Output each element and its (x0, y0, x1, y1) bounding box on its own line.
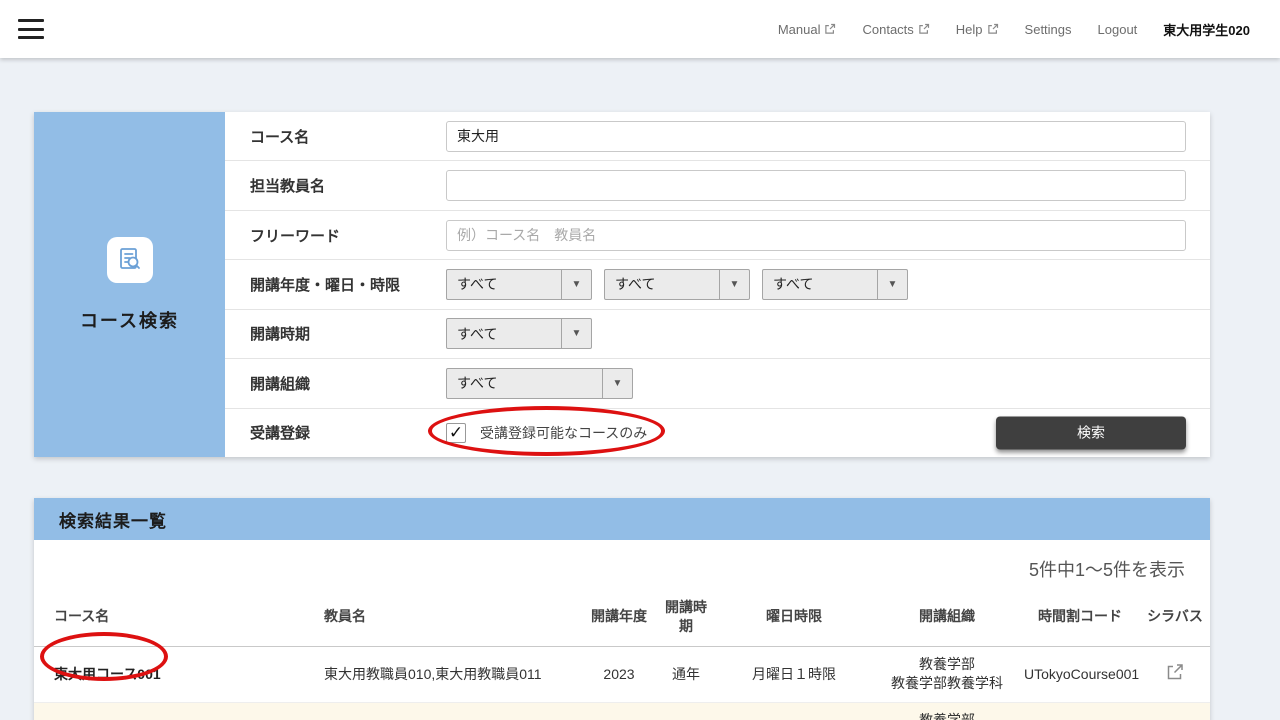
teachers-cell: 東大用教職員010,東大用教職員011 (320, 646, 580, 702)
year-day-period-label: 開講年度・曜日・時限 (250, 274, 446, 295)
nav-logout-link[interactable]: Logout (1098, 22, 1138, 37)
freeword-row: フリーワード (225, 211, 1210, 260)
year-cell: 2023 (580, 702, 658, 720)
chevron-down-icon: ▼ (877, 270, 907, 299)
search-form: コース名 担当教員名 フリーワード 開講年度・曜日・時限 すべて ▼ すべて ▼ (225, 112, 1210, 457)
period-select-value: すべて (763, 270, 877, 299)
nav-settings-link[interactable]: Settings (1025, 22, 1072, 37)
results-header-row: コース名 教員名 開講年度 開講時期 曜日時限 開講組織 時間割コード シラバス (34, 592, 1210, 646)
organization-cell: 教養学部 教養学部教養学科 (874, 702, 1020, 720)
nav-help-link[interactable]: Help (956, 22, 999, 37)
col-header-syllabus: シラバス (1140, 592, 1210, 646)
results-title: 検索結果一覧 (34, 498, 1210, 540)
registration-row: 受講登録 ✓ 受講登録可能なコースのみ 検索 (225, 409, 1210, 457)
course-search-panel: コース検索 コース名 担当教員名 フリーワード 開講年度・曜日・時限 すべて ▼… (34, 112, 1210, 457)
term-row: 開講時期 すべて ▼ (225, 310, 1210, 359)
table-row-course-001: 東大用コース001 東大用教職員010,東大用教職員011 2023 通年 月曜… (34, 646, 1210, 702)
organization-select-value: すべて (447, 369, 602, 398)
freeword-input[interactable] (446, 220, 1186, 251)
col-header-day-period: 曜日時限 (714, 592, 874, 646)
hamburger-menu-icon[interactable] (18, 19, 44, 39)
course-name-row: コース名 (225, 112, 1210, 161)
teacher-name-row: 担当教員名 (225, 161, 1210, 210)
syllabus-external-link-icon[interactable] (1165, 662, 1185, 682)
nav-manual-link[interactable]: Manual (778, 22, 837, 37)
col-header-year: 開講年度 (580, 592, 658, 646)
year-select-value: すべて (447, 270, 561, 299)
term-select-value: すべて (447, 319, 561, 348)
results-table: コース名 教員名 開講年度 開講時期 曜日時限 開講組織 時間割コード シラバス… (34, 592, 1210, 720)
external-link-icon (918, 23, 930, 35)
search-results-panel: 検索結果一覧 5件中1〜5件を表示 コース名 教員名 開講年度 開講時期 曜日時… (34, 498, 1210, 720)
nav-contacts-link[interactable]: Contacts (862, 22, 929, 37)
year-cell: 2023 (580, 646, 658, 702)
organization-select[interactable]: すべて ▼ (446, 368, 633, 399)
logged-in-user-name: 東大用学生020 (1163, 20, 1250, 39)
term-cell: 通年 (658, 702, 714, 720)
term-select[interactable]: すべて ▼ (446, 318, 592, 349)
course-name-input[interactable] (446, 121, 1186, 152)
registration-checkbox-label: 受講登録可能なコースのみ (480, 423, 647, 443)
chevron-down-icon: ▼ (602, 369, 632, 398)
chevron-down-icon: ▼ (719, 270, 749, 299)
search-panel-title: コース検索 (80, 307, 179, 333)
col-header-term: 開講時期 (658, 592, 714, 646)
external-link-icon (824, 23, 836, 35)
chevron-down-icon: ▼ (561, 270, 591, 299)
freeword-label: フリーワード (250, 225, 446, 246)
course-search-icon (107, 237, 153, 283)
chevron-down-icon: ▼ (561, 319, 591, 348)
day-select-value: すべて (605, 270, 719, 299)
organization-row: 開講組織 すべて ▼ (225, 359, 1210, 408)
external-link-icon (987, 23, 999, 35)
term-label: 開講時期 (250, 323, 446, 344)
organization-cell: 教養学部 教養学部教養学科 (874, 646, 1020, 702)
course-name-link[interactable]: 東大用コース001 (34, 646, 320, 702)
registration-checkbox[interactable]: ✓ (446, 423, 466, 443)
registration-label: 受講登録 (250, 422, 446, 443)
day-period-cell: 月曜日１時限 (714, 646, 874, 702)
course-search-sidebar: コース検索 (34, 112, 225, 457)
teachers-cell: 東大用教職員010,東大用教職員011 (320, 702, 580, 720)
organization-label: 開講組織 (250, 373, 446, 394)
teacher-name-label: 担当教員名 (250, 175, 446, 196)
col-header-teachers: 教員名 (320, 592, 580, 646)
results-count-text: 5件中1〜5件を表示 (34, 540, 1210, 592)
period-select[interactable]: すべて ▼ (762, 269, 908, 300)
col-header-organization: 開講組織 (874, 592, 1020, 646)
timetable-code-cell: UTokyoCourse002 (1020, 702, 1140, 720)
day-period-cell: 月曜日２時限 (714, 702, 874, 720)
col-header-timetable-code: 時間割コード (1020, 592, 1140, 646)
teacher-name-input[interactable] (446, 170, 1186, 201)
table-row-course-002: 東大用コース002 東大用教職員010,東大用教職員011 2023 通年 月曜… (34, 702, 1210, 720)
top-nav: Manual Contacts Help Settings Logout 東大用… (778, 20, 1250, 39)
col-header-course: コース名 (34, 592, 320, 646)
timetable-code-cell: UTokyoCourse001 (1020, 646, 1140, 702)
search-button[interactable]: 検索 (996, 416, 1186, 449)
course-name-link[interactable]: 東大用コース002 (34, 702, 320, 720)
term-cell: 通年 (658, 646, 714, 702)
year-day-period-row: 開講年度・曜日・時限 すべて ▼ すべて ▼ すべて ▼ (225, 260, 1210, 309)
top-header: Manual Contacts Help Settings Logout 東大用… (0, 0, 1280, 58)
year-select[interactable]: すべて ▼ (446, 269, 592, 300)
day-select[interactable]: すべて ▼ (604, 269, 750, 300)
checkmark-icon: ✓ (449, 423, 463, 443)
course-name-label: コース名 (250, 126, 446, 147)
